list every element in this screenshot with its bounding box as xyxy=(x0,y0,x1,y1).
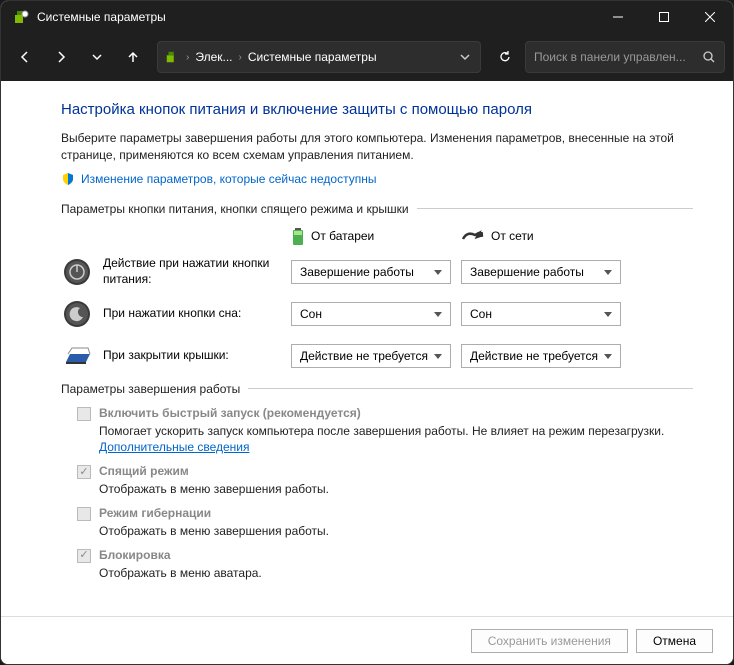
address-dropdown[interactable] xyxy=(456,52,474,62)
lid-icon xyxy=(61,340,93,372)
navbar: › Элек... › Системные параметры Поиск в … xyxy=(1,33,733,81)
footer: Сохранить изменения Отмена xyxy=(1,616,733,664)
refresh-button[interactable] xyxy=(489,41,521,73)
recent-dropdown[interactable] xyxy=(81,41,113,73)
intro-text: Выберите параметры завершения работы для… xyxy=(61,130,693,164)
search-placeholder: Поиск в панели управлен... xyxy=(534,50,702,64)
chevron-right-icon: › xyxy=(186,52,189,63)
hibernate-check-row: Режим гибернации xyxy=(77,506,693,521)
app-icon xyxy=(13,9,29,25)
lid-battery-select[interactable]: Действие не требуется xyxy=(291,344,451,368)
fast-startup-check-row: Включить быстрый запуск (рекомендуется) xyxy=(77,406,693,421)
lid-plugged-select[interactable]: Действие не требуется xyxy=(461,344,621,368)
sleep-button-label: При нажатии кнопки сна: xyxy=(103,306,291,322)
column-headers: От батареи От сети xyxy=(61,226,693,246)
fast-startup-label: Включить быстрый запуск (рекомендуется) xyxy=(99,406,361,420)
battery-column-header: От батареи xyxy=(291,226,461,246)
breadcrumb-seg-2[interactable]: Системные параметры xyxy=(248,50,377,64)
lid-close-label: При закрытии крышки: xyxy=(103,348,291,364)
sleep-check-row: Спящий режим xyxy=(77,464,693,479)
sleep-check-desc: Отображать в меню завершения работы. xyxy=(99,481,693,498)
hibernate-checkbox[interactable] xyxy=(77,507,91,521)
sleep-checkbox[interactable] xyxy=(77,465,91,479)
power-plugged-select[interactable]: Завершение работы xyxy=(461,260,621,284)
battery-icon xyxy=(291,226,305,246)
titlebar: Системные параметры xyxy=(1,1,733,33)
hibernate-check-label: Режим гибернации xyxy=(99,506,211,520)
address-bar[interactable]: › Элек... › Системные параметры xyxy=(157,41,481,73)
window: Системные параметры › Элек... › Системны… xyxy=(0,0,734,665)
content-area: Настройка кнопок питания и включение защ… xyxy=(1,81,733,616)
power-button-label: Действие при нажатии кнопки питания: xyxy=(103,256,291,287)
power-button-icon xyxy=(61,256,93,288)
window-controls xyxy=(595,1,733,33)
lock-check-row: Блокировка xyxy=(77,548,693,563)
fast-startup-desc: Помогает ускорить запуск компьютера посл… xyxy=(99,423,693,457)
more-info-link[interactable]: Дополнительные сведения xyxy=(99,440,249,454)
window-title: Системные параметры xyxy=(37,10,595,24)
lid-close-row: При закрытии крышки: Действие не требует… xyxy=(61,340,693,372)
sleep-button-row: При нажатии кнопки сна: Сон Сон xyxy=(61,298,693,330)
minimize-button[interactable] xyxy=(595,1,641,33)
change-settings-link-row: Изменение параметров, которые сейчас нед… xyxy=(61,172,693,186)
change-settings-link[interactable]: Изменение параметров, которые сейчас нед… xyxy=(81,172,377,186)
shutdown-group-header: Параметры завершения работы xyxy=(61,382,693,396)
sleep-plugged-select[interactable]: Сон xyxy=(461,302,621,326)
breadcrumb-seg-1[interactable]: Элек... xyxy=(195,50,232,64)
buttons-group-header: Параметры кнопки питания, кнопки спящего… xyxy=(61,202,693,216)
lock-check-desc: Отображать в меню аватара. xyxy=(99,565,693,582)
power-battery-select[interactable]: Завершение работы xyxy=(291,260,451,284)
lock-check-label: Блокировка xyxy=(99,548,171,562)
plug-icon xyxy=(461,229,485,243)
sleep-check-label: Спящий режим xyxy=(99,464,189,478)
forward-button[interactable] xyxy=(45,41,77,73)
maximize-button[interactable] xyxy=(641,1,687,33)
power-button-row: Действие при нажатии кнопки питания: Зав… xyxy=(61,256,693,288)
save-button[interactable]: Сохранить изменения xyxy=(471,629,628,653)
page-title: Настройка кнопок питания и включение защ… xyxy=(61,101,693,118)
lock-checkbox[interactable] xyxy=(77,549,91,563)
fast-startup-checkbox[interactable] xyxy=(77,407,91,421)
cancel-button[interactable]: Отмена xyxy=(636,629,713,653)
sleep-button-icon xyxy=(61,298,93,330)
search-icon xyxy=(702,50,716,64)
power-options-icon xyxy=(164,49,180,65)
up-button[interactable] xyxy=(117,41,149,73)
plugged-column-header: От сети xyxy=(461,226,631,246)
shield-icon xyxy=(61,172,75,186)
hibernate-check-desc: Отображать в меню завершения работы. xyxy=(99,523,693,540)
chevron-right-icon: › xyxy=(239,52,242,63)
back-button[interactable] xyxy=(9,41,41,73)
search-input[interactable]: Поиск в панели управлен... xyxy=(525,41,725,73)
sleep-battery-select[interactable]: Сон xyxy=(291,302,451,326)
close-button[interactable] xyxy=(687,1,733,33)
